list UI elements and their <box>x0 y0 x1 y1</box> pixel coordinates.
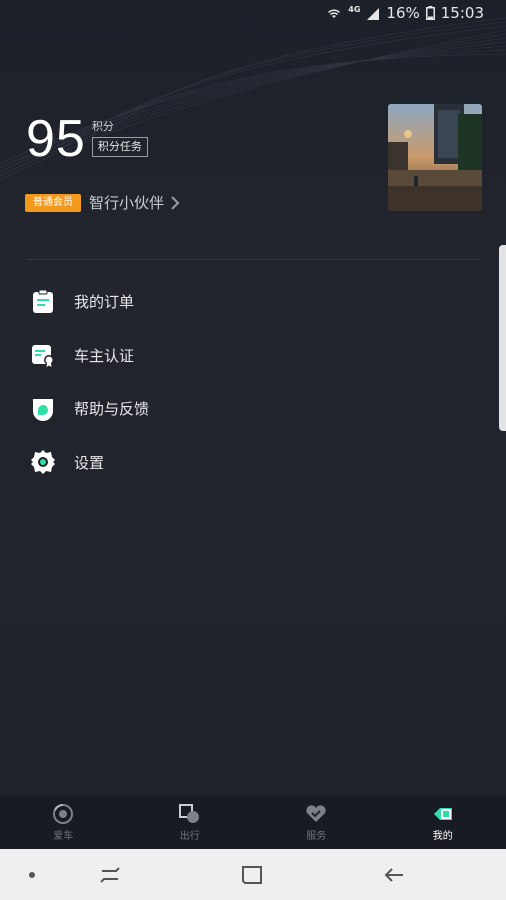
battery-percent: 16% <box>386 4 420 22</box>
chevron-right-icon <box>171 195 180 210</box>
tab-label: 爱车 <box>53 830 74 842</box>
nav-dot-button[interactable] <box>24 849 40 900</box>
recent-apps-icon <box>100 866 120 883</box>
member-name: 智行小伙伴 <box>89 194 165 212</box>
menu-item-label: 帮助与反馈 <box>74 400 150 419</box>
home-button[interactable] <box>234 849 270 900</box>
tab-label: 我的 <box>432 830 453 842</box>
menu-item-orders[interactable]: 我的订单 <box>0 275 506 329</box>
bottom-tab-bar: 爱车 出行 服务 我的 <box>0 796 506 849</box>
back-arrow-icon <box>384 867 403 882</box>
wifi-icon <box>328 9 341 18</box>
tab-mine[interactable]: 我的 <box>380 796 506 849</box>
order-icon <box>30 289 56 315</box>
system-nav-bar <box>0 849 506 900</box>
clock: 15:03 <box>440 4 484 22</box>
tab-travel[interactable]: 出行 <box>127 796 254 849</box>
menu-list: 我的订单 车主认证 帮助与反馈 设置 <box>0 275 506 489</box>
tab-label: 出行 <box>179 830 200 842</box>
signal-icon <box>367 7 380 20</box>
tab-label: 服务 <box>306 830 327 842</box>
mine-icon <box>433 807 452 820</box>
help-feedback-icon <box>30 396 56 422</box>
home-icon <box>242 865 262 884</box>
network-type: 4G <box>348 4 361 14</box>
owner-certify-icon <box>30 342 56 368</box>
points-block: 95 积分 积分任务 <box>26 112 148 166</box>
dot-icon <box>29 871 35 878</box>
menu-item-settings[interactable]: 设置 <box>0 436 506 490</box>
service-icon <box>306 804 326 822</box>
back-button[interactable] <box>376 849 412 900</box>
settings-icon <box>30 449 56 475</box>
menu-item-label: 车主认证 <box>74 346 135 365</box>
app-screen: 4G 16% 15:03 95 积分 积分任务 普通会员 智行小伙伴 我的订单 … <box>0 0 506 900</box>
status-bar: 4G 16% 15:03 <box>0 0 506 26</box>
travel-icon <box>178 803 199 823</box>
avatar[interactable] <box>388 104 482 211</box>
menu-item-owner-certify[interactable]: 车主认证 <box>0 329 506 383</box>
recent-apps-button[interactable] <box>92 849 128 900</box>
section-divider <box>26 259 481 260</box>
battery-icon <box>425 6 435 20</box>
points-task-button[interactable]: 积分任务 <box>91 137 148 157</box>
points-value: 95 <box>26 110 86 168</box>
menu-item-label: 我的订单 <box>74 293 135 312</box>
tab-service[interactable]: 服务 <box>253 796 380 849</box>
menu-item-help-feedback[interactable]: 帮助与反馈 <box>0 382 506 436</box>
menu-item-label: 设置 <box>74 453 105 472</box>
points-unit: 积分 <box>91 120 114 133</box>
member-row[interactable]: 普通会员 智行小伙伴 <box>25 192 180 213</box>
car-icon <box>53 803 74 824</box>
scroll-handle[interactable] <box>499 245 506 431</box>
tab-car[interactable]: 爱车 <box>0 796 127 849</box>
member-level-badge: 普通会员 <box>25 193 81 212</box>
